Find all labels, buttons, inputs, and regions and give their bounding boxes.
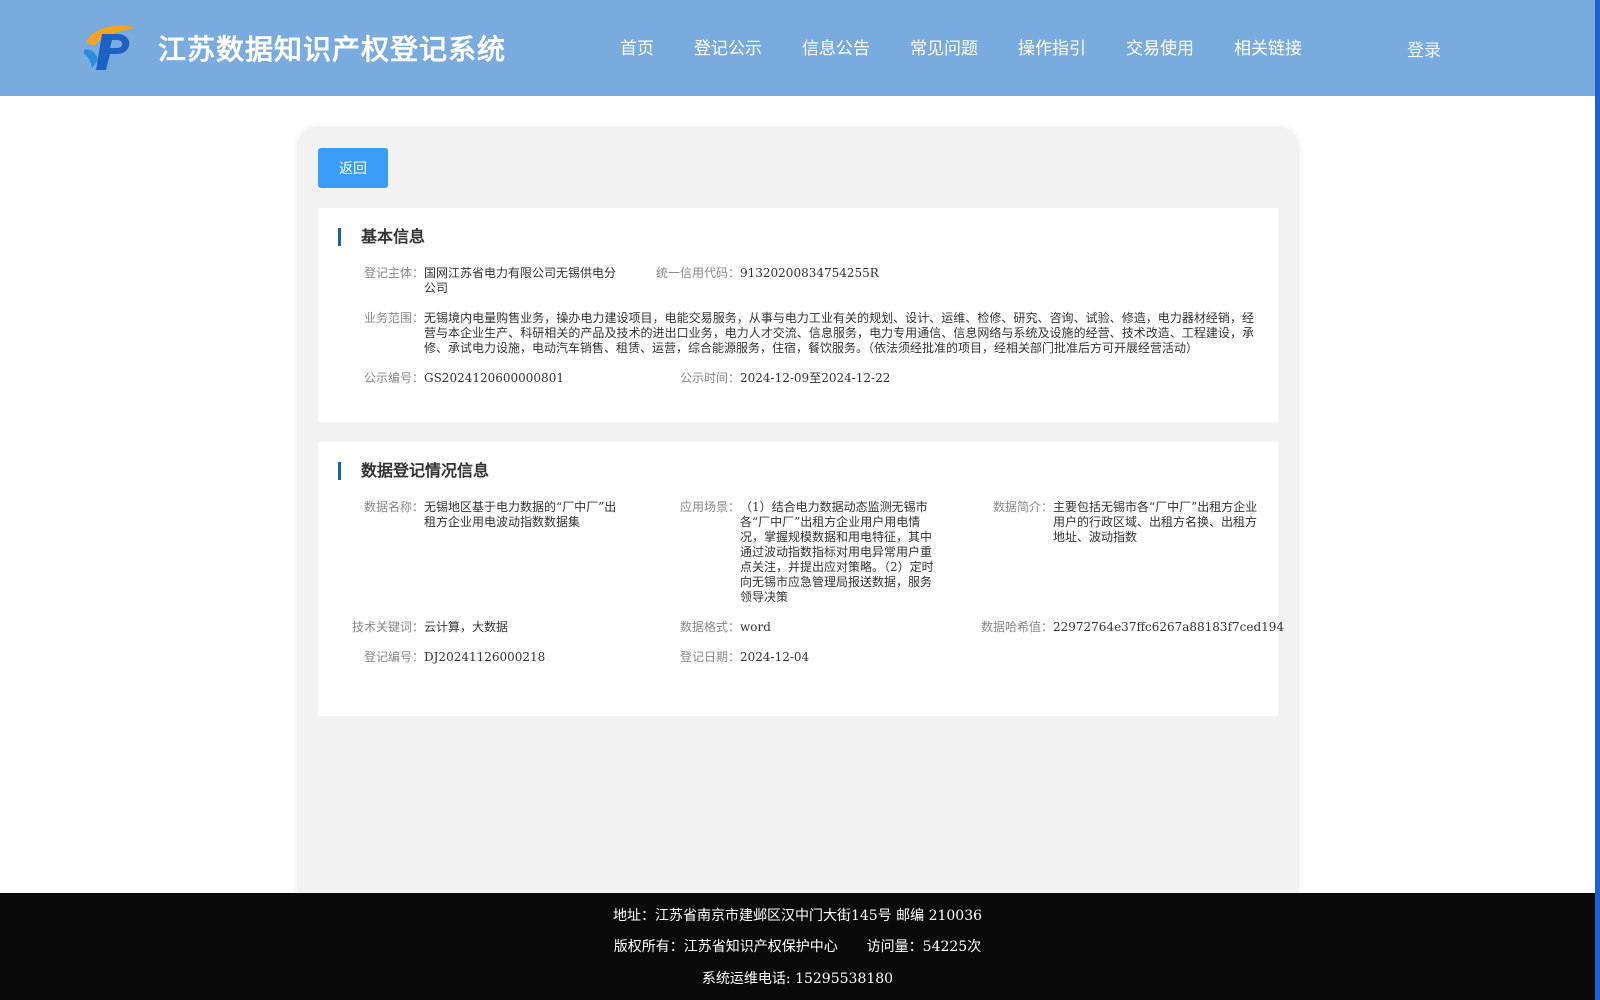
data-name-label: 数据名称： [363,500,424,514]
pub-time-label: 公示时间： [679,371,740,385]
reg-date-field: 登记日期： 2024-12-04 [680,650,940,665]
logo-icon [84,25,136,70]
pub-no-value: GS2024120600000801 [424,371,564,385]
keywords-label: 技术关键词： [351,620,424,634]
basic-info-panel: 基本信息 登记主体： 国网江苏省电力有限公司无锡供电分公司 统一信用代码： 91… [318,208,1278,422]
pub-time-value: 2024-12-09至2024-12-22 [740,371,891,385]
subject-label: 登记主体： [363,266,424,280]
footer-phone: 系统运维电话: 15295538180 [701,971,894,987]
credit-value: 91320200834754255R [740,266,879,280]
footer: 地址：江苏省南京市建邺区汉中门大街145号 邮编 210036 版权所有：江苏省… [0,893,1595,1000]
footer-address: 地址：江苏省南京市建邺区汉中门大街145号 邮编 210036 [612,908,983,924]
scope-label: 业务范围： [363,311,424,325]
scope-field: 业务范围： 无锡境内电量购售业务，操办电力建设项目，电能交易服务，从事与电力工业… [364,311,1254,356]
data-registration-panel: 数据登记情况信息 数据名称： 无锡地区基于电力数据的“厂中厂”出租方企业用电波动… [318,442,1285,716]
reg-no-label: 登记编号： [363,650,424,664]
intro-value: 主要包括无锡市各“厂中厂”出租方企业用户的行政区域、出租方名换、出租方地址、波动… [1053,500,1258,544]
reg-no-value: DJ20241126000218 [424,650,546,664]
main-nav: 首页 登记公示 信息公告 常见问题 操作指引 交易使用 相关链接 [620,34,1342,59]
intro-label: 数据简介： [992,500,1053,514]
format-label: 数据格式： [679,620,740,634]
login-link[interactable]: 登录 [1407,36,1441,61]
site-title: 江苏数据知识产权登记系统 [158,33,507,66]
scope-value: 无锡境内电量购售业务，操办电力建设项目，电能交易服务，从事与电力工业有关的规划、… [424,311,1254,355]
keywords-value: 云计算，大数据 [424,620,509,634]
credit-label: 统一信用代码： [655,266,740,280]
pub-time-field: 公示时间： 2024-12-09至2024-12-22 [680,371,1040,386]
hash-label: 数据哈希值： [980,620,1053,634]
data-name-field: 数据名称： 无锡地区基于电力数据的“厂中厂”出租方企业用电波动指数数据集 [364,500,628,530]
back-button[interactable]: 返回 [318,148,388,188]
subject-value: 国网江苏省电力有限公司无锡供电分公司 [424,266,617,295]
scrollbar[interactable] [1595,0,1600,1000]
nav-home[interactable]: 首页 [620,34,654,59]
pub-no-field: 公示编号： GS2024120600000801 [364,371,664,386]
format-value: word [740,620,771,634]
footer-visits: 访问量：54225次 [866,939,982,955]
basic-info-title: 基本信息 [338,228,425,246]
nav-faq[interactable]: 常见问题 [910,34,978,59]
credit-field: 统一信用代码： 91320200834754255R [656,266,1040,281]
intro-field: 数据简介： 主要包括无锡市各“厂中厂”出租方企业用户的行政区域、出租方名换、出租… [993,500,1258,545]
scene-label: 应用场景： [679,500,740,514]
reg-date-label: 登记日期： [679,650,740,664]
reg-no-field: 登记编号： DJ20241126000218 [364,650,624,665]
format-field: 数据格式： word [680,620,940,635]
hash-field: 数据哈希值： 22972764e37ffc6267a88183f7ced194 [981,620,1285,635]
nav-guide[interactable]: 操作指引 [1018,34,1086,59]
footer-copyright-line: 版权所有：江苏省知识产权保护中心 访问量：54225次 [0,936,1595,956]
subject-field: 登记主体： 国网江苏省电力有限公司无锡供电分公司 [364,266,624,296]
nav-trade-use[interactable]: 交易使用 [1126,34,1194,59]
scene-field: 应用场景： （1）结合电力数据动态监测无锡市各“厂中厂”出租方企业用户用电情况，… [680,500,940,605]
nav-info-announcement[interactable]: 信息公告 [802,34,870,59]
data-registration-title: 数据登记情况信息 [338,462,489,480]
nav-links[interactable]: 相关链接 [1234,34,1302,59]
footer-copyright: 版权所有：江苏省知识产权保护中心 [613,939,838,955]
data-name-value: 无锡地区基于电力数据的“厂中厂”出租方企业用电波动指数数据集 [424,500,617,529]
scene-value: （1）结合电力数据动态监测无锡市各“厂中厂”出租方企业用户用电情况，掌握规模数据… [740,500,934,604]
pub-no-label: 公示编号： [363,371,424,385]
hash-value: 22972764e37ffc6267a88183f7ced194 [1053,620,1285,634]
keywords-field: 技术关键词： 云计算，大数据 [352,620,624,635]
nav-registration-notice[interactable]: 登记公示 [694,34,762,59]
reg-date-value: 2024-12-04 [740,650,810,664]
